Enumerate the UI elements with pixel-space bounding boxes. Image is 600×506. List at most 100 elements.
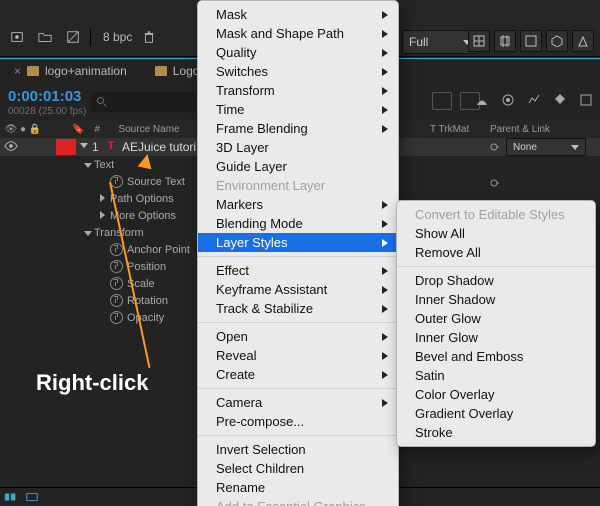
stopwatch-icon[interactable] (110, 311, 123, 324)
stopwatch-icon[interactable] (110, 294, 123, 307)
submenu-arrow-icon (382, 267, 388, 275)
submenu-arrow-icon (382, 220, 388, 228)
delete-icon[interactable] (138, 27, 160, 47)
menu-label: Rename (216, 480, 265, 495)
menu-item: Environment Layer (198, 176, 398, 195)
folder-icon (155, 66, 167, 76)
menu-label: Stroke (415, 425, 453, 440)
new-comp-icon[interactable] (6, 27, 28, 47)
submenu-item[interactable]: Outer Glow (397, 309, 595, 328)
twirl-down-icon[interactable] (84, 231, 92, 236)
guides-icon[interactable] (494, 30, 516, 52)
menu-label: Create (216, 367, 255, 382)
mask-icon[interactable] (520, 30, 542, 52)
parent-value: None (513, 142, 537, 153)
menu-item[interactable]: Camera (198, 393, 398, 412)
stopwatch-icon[interactable] (110, 243, 123, 256)
menu-item[interactable]: Frame Blending (198, 119, 398, 138)
menu-label: Environment Layer (216, 178, 325, 193)
graph-icon[interactable] (526, 92, 542, 108)
property-label: Source Text (127, 176, 185, 188)
submenu-item[interactable]: Bevel and Emboss (397, 347, 595, 366)
menu-item[interactable]: Mask and Shape Path (198, 24, 398, 43)
menu-item[interactable]: Create (198, 365, 398, 384)
submenu-item[interactable]: Show All (397, 224, 595, 243)
menu-item[interactable]: Time (198, 100, 398, 119)
menu-item[interactable]: Layer Styles (198, 233, 398, 252)
tab-logo-animation[interactable]: × logo+animation (0, 59, 141, 83)
twirl-right-icon[interactable] (100, 194, 105, 202)
layer-number: 1 (92, 140, 99, 154)
menu-item[interactable]: Effect (198, 261, 398, 280)
menu-separator (198, 256, 398, 257)
submenu-item[interactable]: Stroke (397, 423, 595, 442)
menu-item[interactable]: Mask (198, 5, 398, 24)
3d-icon[interactable] (546, 30, 568, 52)
shy-icon[interactable] (474, 92, 490, 108)
menu-label: Remove All (415, 245, 481, 260)
menu-item[interactable]: Switches (198, 62, 398, 81)
pickwhip-icon[interactable] (488, 141, 500, 156)
twirl-down-icon[interactable] (84, 163, 92, 168)
box-icon[interactable] (578, 92, 594, 108)
switch-box[interactable] (432, 92, 452, 110)
menu-item[interactable]: Reveal (198, 346, 398, 365)
submenu-item[interactable]: Satin (397, 366, 595, 385)
menu-item[interactable]: Rename (198, 478, 398, 497)
menu-separator (198, 435, 398, 436)
twirl-right-icon[interactable] (100, 211, 105, 219)
stopwatch-icon[interactable] (110, 277, 123, 290)
menu-label: Mask (216, 7, 247, 22)
menu-item[interactable]: Guide Layer (198, 157, 398, 176)
menu-item[interactable]: Pre-compose... (198, 412, 398, 431)
submenu-item[interactable]: Color Overlay (397, 385, 595, 404)
menu-item[interactable]: Quality (198, 43, 398, 62)
stopwatch-icon[interactable] (110, 260, 123, 273)
menu-label: Open (216, 329, 248, 344)
property-label: More Options (110, 210, 176, 222)
new-folder-icon[interactable] (34, 27, 56, 47)
submenu-item[interactable]: Inner Glow (397, 328, 595, 347)
grid-icon[interactable] (468, 30, 490, 52)
twirl-down-icon[interactable] (80, 143, 88, 148)
menu-item[interactable]: Transform (198, 81, 398, 100)
submenu-item[interactable]: Inner Shadow (397, 290, 595, 309)
menu-label: Time (216, 102, 244, 117)
submenu-item[interactable]: Gradient Overlay (397, 404, 595, 423)
menu-item[interactable]: Keyframe Assistant (198, 280, 398, 299)
menu-item[interactable]: 3D Layer (198, 138, 398, 157)
menu-item[interactable]: Markers (198, 195, 398, 214)
menu-label: Bevel and Emboss (415, 349, 523, 364)
submenu-item[interactable]: Drop Shadow (397, 271, 595, 290)
menu-item: Add to Essential Graphics (198, 497, 398, 506)
bpc-label[interactable]: 8 bpc (103, 30, 132, 44)
menu-item[interactable]: Select Children (198, 459, 398, 478)
resolution-dropdown[interactable]: Full (402, 30, 478, 54)
submenu-item[interactable]: Remove All (397, 243, 595, 262)
viewer-options (468, 30, 594, 52)
menu-item[interactable]: Invert Selection (198, 440, 398, 459)
eye-column-icon: 👁 (2, 124, 20, 135)
toggle-modes-icon[interactable] (25, 491, 39, 503)
timecode[interactable]: 0:00:01:03 (8, 88, 81, 105)
fill-icon[interactable] (552, 92, 568, 108)
adjust-icon[interactable] (62, 27, 84, 47)
parent-dropdown[interactable]: None (506, 138, 586, 156)
menu-label: Satin (415, 368, 445, 383)
toggle-switches-icon[interactable] (4, 491, 18, 503)
search-input[interactable] (90, 92, 196, 112)
menu-label: Drop Shadow (415, 273, 494, 288)
submenu-arrow-icon (382, 333, 388, 341)
submenu-arrow-icon (382, 201, 388, 209)
x-icon: × (14, 64, 21, 78)
layer-label-color[interactable] (56, 139, 76, 155)
layer-name[interactable]: AEJuice tutori (122, 140, 196, 154)
render-icon[interactable] (572, 30, 594, 52)
menu-label: 3D Layer (216, 140, 269, 155)
blur-icon[interactable] (500, 92, 516, 108)
menu-label: Select Children (216, 461, 304, 476)
menu-item[interactable]: Open (198, 327, 398, 346)
menu-item[interactable]: Track & Stabilize (198, 299, 398, 318)
eye-icon[interactable] (4, 140, 18, 155)
menu-item[interactable]: Blending Mode (198, 214, 398, 233)
